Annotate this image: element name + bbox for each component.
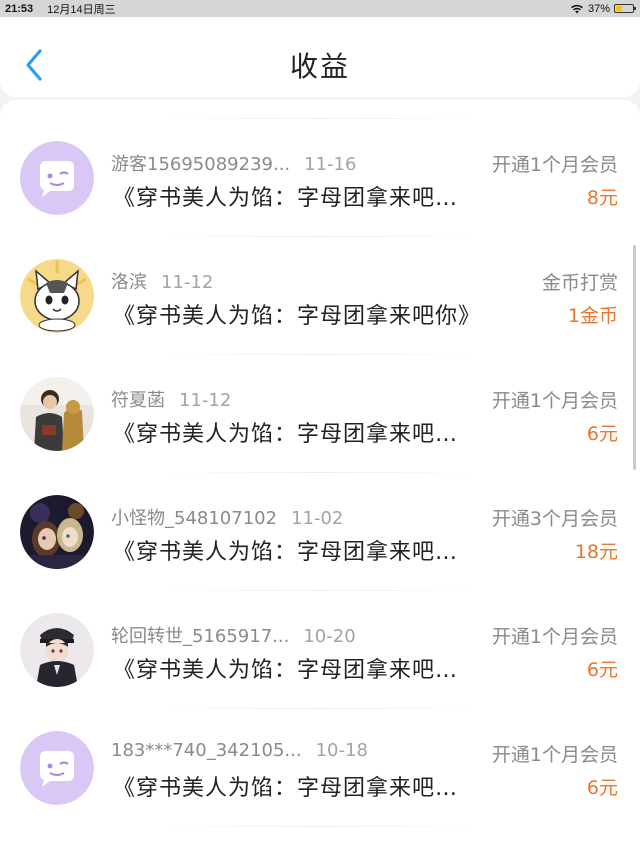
battery-percent: 37% [587, 2, 610, 15]
income-amount: 6元 [586, 777, 618, 799]
book-title: 《穿书美人为馅：字母团拿来吧… [113, 658, 459, 683]
income-amount: 18元 [574, 541, 618, 563]
user-name: 183***740_342105... [111, 740, 302, 761]
avatar [20, 141, 94, 215]
avatar [20, 731, 94, 805]
user-line: 游客15695089239... 11-16 [111, 150, 356, 176]
status-date: 12月14日周三 [47, 3, 116, 16]
record-date: 11-02 [291, 508, 344, 529]
book-title: 《穿书美人为馅：字母团拿来吧… [113, 540, 459, 565]
income-amount: 6元 [586, 659, 618, 681]
income-type: 开通1个月会员 [491, 744, 618, 766]
avatar [20, 377, 94, 451]
page-title: 收益 [289, 50, 350, 83]
user-name: 符夏菡 [111, 390, 165, 411]
status-time: 21:53 [5, 2, 34, 15]
record-date: 11-12 [161, 272, 214, 293]
cat-avatar-icon [20, 259, 94, 333]
list-item[interactable]: 183***740_342105... 10-18 开通1个月会员 《穿书美人为馅… [0, 708, 640, 826]
income-amount: 8元 [586, 187, 618, 209]
status-right: 37% [570, 2, 636, 15]
income-type: 开通1个月会员 [491, 626, 618, 648]
divider [160, 826, 480, 827]
wifi-icon [571, 4, 583, 13]
user-line: 183***740_342105... 10-18 [111, 740, 368, 761]
book-title: 《穿书美人为馅：字母团拿来吧你》 [113, 304, 482, 329]
scrollbar[interactable] [633, 245, 636, 470]
anime-avatar-icon [20, 495, 94, 569]
income-amount: 6元 [586, 423, 618, 445]
user-line: 小怪物_548107102 11-02 [111, 504, 343, 530]
user-name: 洛滨 [111, 272, 147, 293]
income-type: 开通1个月会员 [491, 390, 618, 412]
record-date: 10-20 [303, 626, 356, 647]
income-type: 金币打赏 [541, 272, 618, 294]
user-name: 游客15695089239... [111, 154, 291, 175]
person-photo-icon [20, 377, 94, 451]
book-title: 《穿书美人为馅：字母团拿来吧… [113, 186, 459, 211]
user-line: 洛滨 11-12 [111, 268, 213, 294]
avatar [20, 613, 94, 687]
list-item[interactable]: 洛滨 11-12 金币打赏 《穿书美人为馅：字母团拿来吧你》 1金币 [0, 236, 640, 354]
user-name: 小怪物_548107102 [111, 508, 278, 529]
battery-fill [616, 6, 622, 11]
chat-bubble-icon [20, 141, 94, 215]
record-date: 11-16 [304, 154, 357, 175]
uniform-anime-avatar-icon [20, 613, 94, 687]
avatar [20, 495, 94, 569]
book-title: 《穿书美人为馅：字母团拿来吧… [113, 776, 459, 801]
user-name: 轮回转世_5165917... [111, 626, 290, 647]
list-item[interactable]: 轮回转世_5165917... 10-20 开通1个月会员 《穿书美人为馅：字母团… [0, 590, 640, 708]
income-type: 开通3个月会员 [491, 508, 618, 530]
list-item[interactable]: 小怪物_548107102 11-02 开通3个月会员 《穿书美人为馅：字母团拿来… [0, 472, 640, 590]
list-item[interactable]: 游客15695089239... 11-16 开通1个月会员 《穿书美人为馅：字母… [0, 118, 640, 236]
income-list: 游客15695089239... 11-16 开通1个月会员 《穿书美人为馅：字母… [0, 100, 640, 860]
user-line: 轮回转世_5165917... 10-20 [111, 622, 356, 648]
chat-bubble-icon [20, 731, 94, 805]
income-type: 开通1个月会员 [491, 154, 618, 176]
book-title: 《穿书美人为馅：字母团拿来吧… [113, 422, 459, 447]
nav-bar: 收益 [0, 17, 640, 97]
record-date: 10-18 [315, 740, 368, 761]
status-bar: 21:53 12月14日周三 37% [0, 0, 640, 17]
user-line: 符夏菡 11-12 [111, 386, 231, 412]
list-item[interactable]: 符夏菡 11-12 开通1个月会员 《穿书美人为馅：字母团拿来吧… 6元 [0, 354, 640, 472]
avatar [20, 259, 94, 333]
battery-icon [614, 4, 636, 13]
record-date: 11-12 [179, 390, 232, 411]
income-amount: 1金币 [567, 305, 618, 327]
